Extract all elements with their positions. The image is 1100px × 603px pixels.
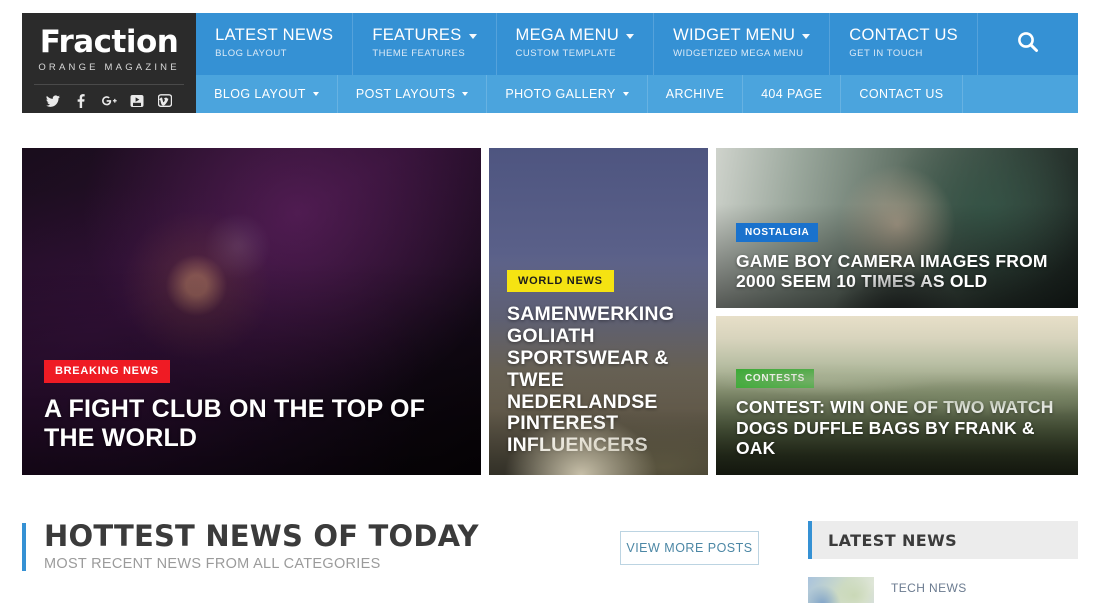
subnav-label: CONTACT US (859, 87, 944, 101)
logo-title: Fraction (39, 24, 179, 60)
post-thumbnail (808, 577, 874, 603)
card-content: BREAKING NEWS A FIGHT CLUB ON THE TOP OF… (22, 360, 481, 475)
view-more-posts-button[interactable]: VIEW MORE POSTS (620, 531, 759, 565)
nav-sublabel: BLOG LAYOUT (215, 48, 287, 59)
section-subtitle: MOST RECENT NEWS FROM ALL CATEGORIES (44, 556, 381, 573)
subnav-item-blog-layout[interactable]: BLOG LAYOUT (196, 75, 338, 113)
nav-sublabel: GET IN TOUCH (849, 48, 923, 59)
sidebar: LATEST NEWS TECH NEWS (808, 521, 1078, 603)
subnav-item-photo-gallery[interactable]: PHOTO GALLERY (487, 75, 648, 113)
primary-nav: LATEST NEWS BLOG LAYOUT FEATURES THEME F… (196, 13, 1078, 75)
navigation: LATEST NEWS BLOG LAYOUT FEATURES THEME F… (196, 13, 1078, 113)
nav-sublabel: CUSTOM TEMPLATE (515, 48, 616, 59)
featured-cards-column: NOSTALGIA GAME BOY CAMERA IMAGES FROM 20… (716, 148, 1078, 475)
nav-item-latest-news[interactable]: LATEST NEWS BLOG LAYOUT (196, 13, 354, 75)
googleplus-icon[interactable] (101, 93, 117, 108)
chevron-down-icon (622, 92, 629, 96)
nav-item-contact-us[interactable]: CONTACT US GET IN TOUCH (830, 13, 978, 75)
post-category-label[interactable]: TECH NEWS (891, 577, 967, 595)
nav-sublabel: WIDGETIZED MEGA MENU (673, 48, 804, 59)
twitter-icon[interactable] (46, 93, 61, 108)
featured-posts-grid: BREAKING NEWS A FIGHT CLUB ON THE TOP OF… (22, 148, 1078, 475)
subnav-item-post-layouts[interactable]: POST LAYOUTS (338, 75, 488, 113)
widget-header-latest-news: LATEST NEWS (808, 521, 1078, 559)
site-header: Fraction ORANGE MAGAZINE LATEST NEWS BLO… (22, 13, 1078, 113)
category-badge[interactable]: WORLD NEWS (507, 270, 614, 293)
nav-sublabel: THEME FEATURES (372, 48, 466, 59)
vimeo-icon[interactable] (158, 93, 173, 108)
brand-divider (34, 84, 185, 85)
section-accent-bar (22, 523, 26, 571)
featured-card-secondary[interactable]: WORLD NEWS SAMENWERKING GOLIATH SPORTSWE… (489, 148, 708, 475)
card-headline[interactable]: GAME BOY CAMERA IMAGES FROM 2000 SEEM 10… (736, 251, 1058, 292)
chevron-down-icon (468, 34, 477, 39)
subnav-item-archive[interactable]: ARCHIVE (648, 75, 744, 113)
widget-accent-bar (808, 521, 812, 559)
card-content: NOSTALGIA GAME BOY CAMERA IMAGES FROM 20… (716, 222, 1078, 308)
card-content: CONTESTS CONTEST: WIN ONE OF TWO WATCH D… (716, 368, 1078, 475)
subnav-label: BLOG LAYOUT (214, 87, 306, 101)
chevron-down-icon (462, 92, 469, 96)
subnav-label: 404 PAGE (761, 87, 823, 101)
subnav-item-contact-us[interactable]: CONTACT US (841, 75, 963, 113)
nav-label: FEATURES (372, 26, 462, 44)
subnav-label: POST LAYOUTS (355, 87, 456, 101)
chevron-down-icon (802, 34, 811, 39)
subnav-label: ARCHIVE (665, 87, 725, 101)
category-badge[interactable]: BREAKING NEWS (44, 360, 170, 383)
widget-title: LATEST NEWS (828, 530, 958, 550)
nav-label: WIDGET MENU (673, 26, 796, 44)
search-button[interactable] (978, 13, 1078, 75)
page-root: Fraction ORANGE MAGAZINE LATEST NEWS BLO… (0, 0, 1100, 603)
category-badge[interactable]: NOSTALGIA (736, 222, 819, 242)
youtube-icon[interactable] (130, 93, 145, 108)
image-overlay (716, 148, 1078, 308)
chevron-down-icon (626, 34, 635, 39)
nav-item-features[interactable]: FEATURES THEME FEATURES (353, 13, 497, 75)
widget-post-list: TECH NEWS (808, 577, 1078, 603)
site-branding[interactable]: Fraction ORANGE MAGAZINE (22, 13, 197, 113)
featured-card-main[interactable]: BREAKING NEWS A FIGHT CLUB ON THE TOP OF… (22, 148, 481, 475)
search-icon (1016, 30, 1040, 59)
nav-item-widget-menu[interactable]: WIDGET MENU WIDGETIZED MEGA MENU (654, 13, 831, 75)
featured-card-contests[interactable]: CONTESTS CONTEST: WIN ONE OF TWO WATCH D… (716, 316, 1078, 475)
section-text: HOTTEST NEWS OF TODAY MOST RECENT NEWS F… (44, 519, 479, 573)
logo-subtitle: ORANGE MAGAZINE (38, 62, 180, 73)
nav-label: MEGA MENU (515, 26, 620, 44)
subnav-label: PHOTO GALLERY (505, 87, 616, 101)
facebook-icon[interactable] (74, 93, 89, 108)
image-overlay (716, 316, 1078, 475)
card-content: WORLD NEWS SAMENWERKING GOLIATH SPORTSWE… (489, 270, 708, 475)
subnav-item-404-page[interactable]: 404 PAGE (743, 75, 842, 113)
nav-item-mega-menu[interactable]: MEGA MENU CUSTOM TEMPLATE (497, 13, 655, 75)
secondary-nav: BLOG LAYOUT POST LAYOUTS PHOTO GALLERY A… (196, 75, 1078, 113)
card-headline[interactable]: CONTEST: WIN ONE OF TWO WATCH DOGS DUFFL… (736, 397, 1058, 459)
category-badge[interactable]: CONTESTS (736, 369, 815, 389)
nav-label: CONTACT US (849, 26, 958, 44)
social-links (46, 93, 173, 108)
chevron-down-icon (312, 92, 319, 96)
nav-label: LATEST NEWS (215, 26, 334, 44)
card-headline[interactable]: SAMENWERKING GOLIATH SPORTSWEAR & TWEE N… (507, 303, 690, 457)
card-headline[interactable]: A FIGHT CLUB ON THE TOP OF THE WORLD (44, 395, 459, 454)
list-item[interactable]: TECH NEWS (808, 577, 1078, 603)
featured-card-nostalgia[interactable]: NOSTALGIA GAME BOY CAMERA IMAGES FROM 20… (716, 148, 1078, 308)
page-title: HOTTEST NEWS OF TODAY (44, 519, 479, 553)
